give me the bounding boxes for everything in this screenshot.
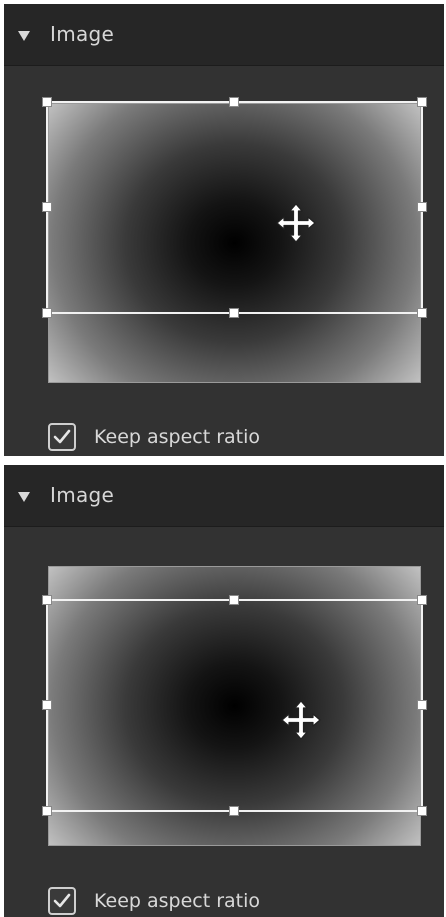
crop-handle-bottom[interactable] [229, 806, 239, 816]
crop-handle-top-left[interactable] [42, 595, 52, 605]
crop-handle-bottom-left[interactable] [42, 308, 52, 318]
keep-aspect-ratio-label: Keep aspect ratio [94, 426, 261, 448]
keep-aspect-ratio-option[interactable]: Keep aspect ratio [48, 884, 260, 917]
checkmark-icon [53, 429, 71, 444]
image-section-header[interactable]: Image [4, 4, 444, 66]
move-cross-icon[interactable] [279, 698, 323, 742]
crop-handle-right[interactable] [417, 700, 427, 710]
crop-handle-bottom-right[interactable] [417, 308, 427, 318]
crop-handle-top-left[interactable] [42, 97, 52, 107]
crop-handle-bottom-left[interactable] [42, 806, 52, 816]
crop-handle-top[interactable] [229, 97, 239, 107]
keep-aspect-ratio-checkbox[interactable] [48, 887, 76, 915]
keep-aspect-ratio-label: Keep aspect ratio [94, 890, 261, 912]
keep-aspect-ratio-checkbox[interactable] [48, 423, 76, 451]
image-panel-bottom: Image Keep aspect ratio [4, 465, 444, 917]
crop-handle-left[interactable] [42, 202, 52, 212]
section-title: Image [50, 22, 115, 46]
crop-handle-top[interactable] [229, 595, 239, 605]
crop-handle-top-right[interactable] [417, 595, 427, 605]
image-panel-top: Image Keep aspect ratio [4, 4, 444, 456]
collapse-triangle-icon[interactable] [18, 492, 30, 502]
crop-rectangle[interactable] [42, 97, 427, 318]
move-cross-icon[interactable] [274, 201, 318, 245]
image-section-header[interactable]: Image [4, 465, 444, 527]
crop-handle-bottom[interactable] [229, 308, 239, 318]
crop-handle-left[interactable] [42, 700, 52, 710]
crop-rectangle[interactable] [42, 595, 427, 816]
keep-aspect-ratio-option[interactable]: Keep aspect ratio [48, 420, 260, 454]
crop-handle-top-right[interactable] [417, 97, 427, 107]
crop-handle-right[interactable] [417, 202, 427, 212]
checkmark-icon [53, 893, 71, 908]
collapse-triangle-icon[interactable] [18, 31, 30, 41]
section-title: Image [50, 483, 115, 507]
crop-handle-bottom-right[interactable] [417, 806, 427, 816]
